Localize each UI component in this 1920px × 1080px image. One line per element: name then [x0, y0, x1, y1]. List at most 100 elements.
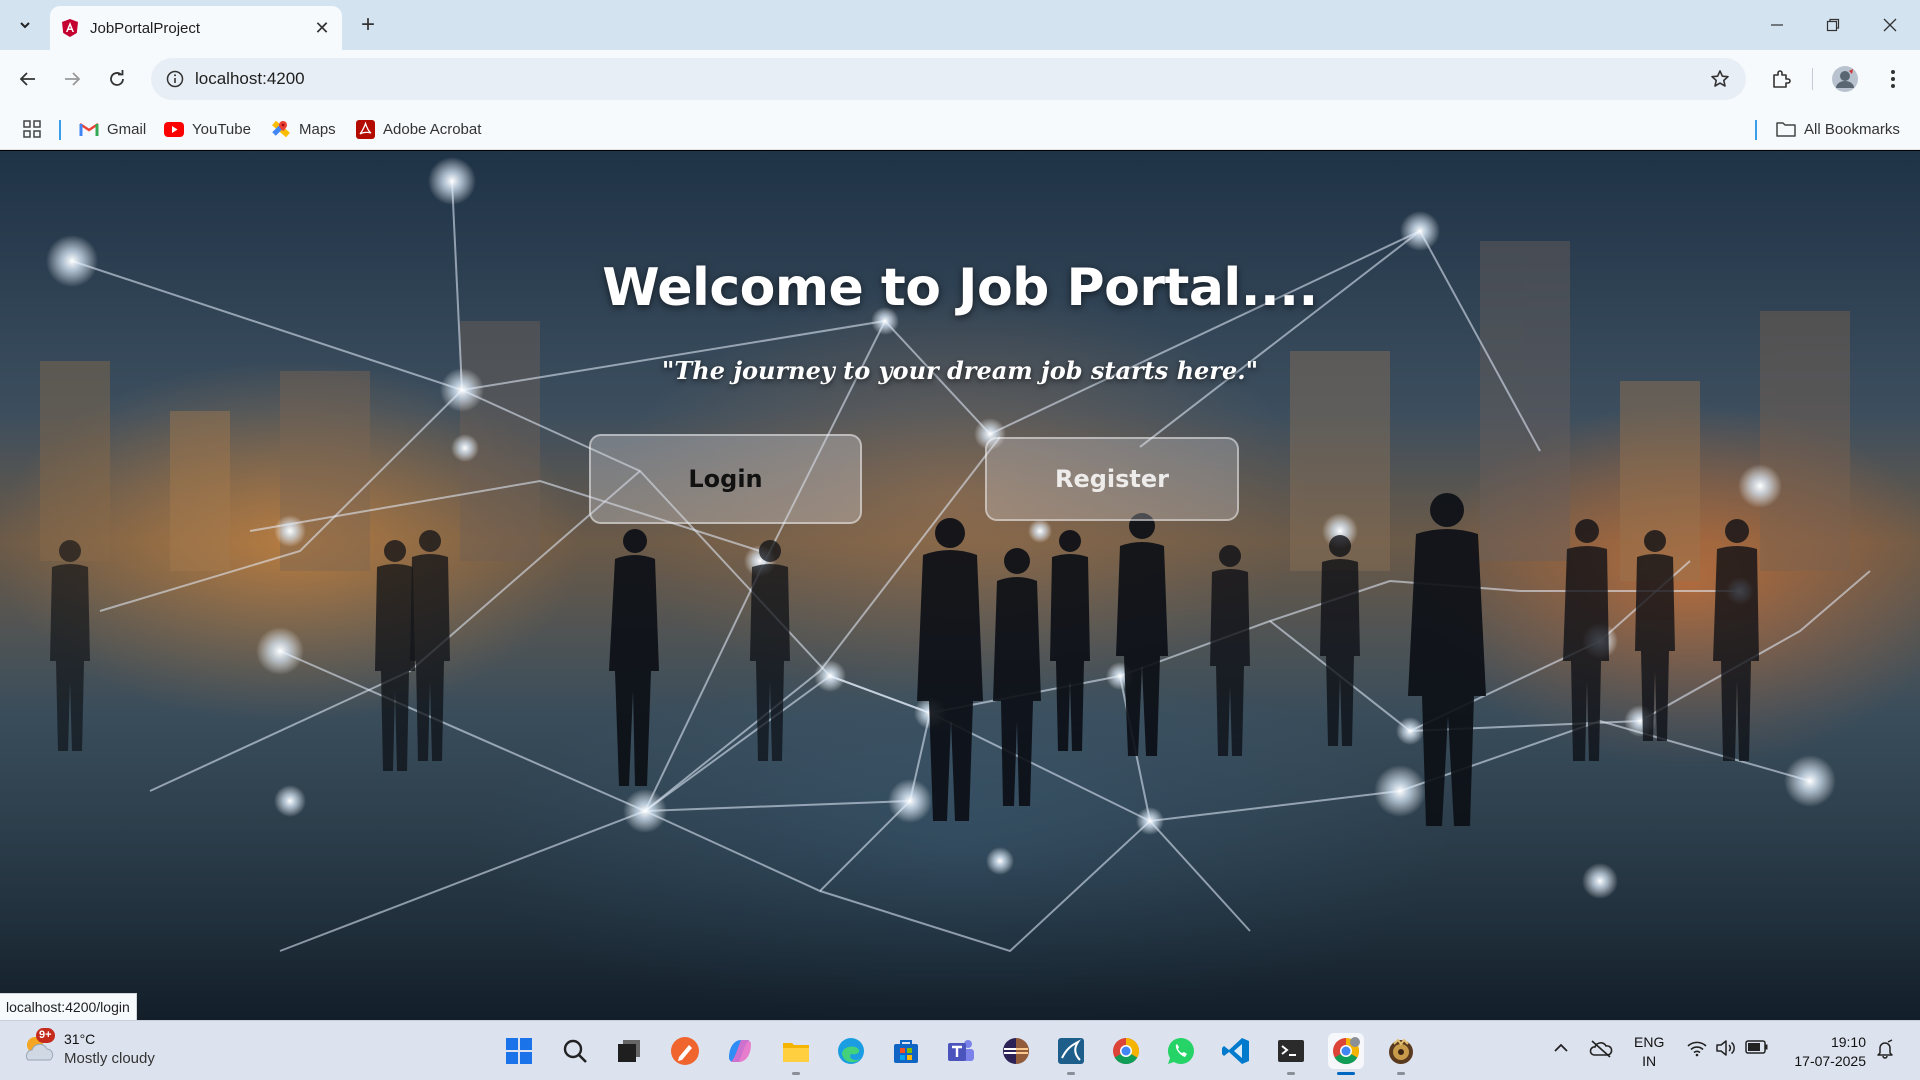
- chevron-down-icon: [20, 22, 30, 29]
- bookmark-adobe-acrobat[interactable]: Adobe Acrobat: [355, 116, 481, 142]
- restore-button[interactable]: [1813, 8, 1853, 42]
- copilot-icon: [729, 1040, 751, 1062]
- whatsapp-icon: [1167, 1037, 1194, 1065]
- reload-button[interactable]: [101, 63, 133, 95]
- taskbar-app-game[interactable]: [1383, 1033, 1419, 1075]
- bookmark-label: YouTube: [192, 120, 251, 138]
- register-button[interactable]: Register: [985, 437, 1239, 521]
- windows-taskbar: 9+ 31°C Mostly cloudy ENG IN 19:10 17-07…: [0, 1020, 1920, 1080]
- profile-avatar[interactable]: [1829, 63, 1861, 95]
- taskbar-search-button[interactable]: [557, 1033, 593, 1069]
- taskbar-app-vscode[interactable]: [1218, 1033, 1254, 1069]
- taskbar-app-chrome-active[interactable]: [1328, 1033, 1364, 1075]
- taskbar-app-terminal[interactable]: [1273, 1033, 1309, 1075]
- volume-control[interactable]: [1715, 1039, 1737, 1057]
- new-tab-button[interactable]: +: [353, 10, 383, 40]
- tab-strip: JobPortalProject ✕ +: [0, 0, 1920, 50]
- minimize-icon: [1771, 24, 1783, 26]
- running-indicator: [1287, 1072, 1295, 1075]
- bookmark-youtube[interactable]: YouTube: [164, 116, 251, 142]
- minimize-button[interactable]: [1757, 8, 1797, 42]
- bookmark-separator: [1755, 120, 1757, 140]
- tab-search-button[interactable]: [10, 10, 40, 40]
- weather-alert-badge: 9+: [36, 1028, 55, 1043]
- arrow-right-icon: [65, 72, 81, 86]
- edge-icon: [838, 1038, 864, 1064]
- reload-icon: [110, 70, 124, 86]
- speaker-icon: [1716, 1040, 1735, 1056]
- store-icon: [894, 1040, 918, 1063]
- tab-title: JobPortalProject: [90, 19, 201, 37]
- taskbar-app-copilot[interactable]: [722, 1033, 758, 1069]
- battery-status[interactable]: [1745, 1039, 1769, 1055]
- show-hidden-icons-button[interactable]: [1552, 1039, 1570, 1057]
- weather-description: Mostly cloudy: [64, 1050, 155, 1067]
- login-button[interactable]: Login: [589, 434, 862, 524]
- language-code: ENG: [1634, 1034, 1665, 1050]
- windows-logo-icon: [506, 1038, 532, 1064]
- input-language-indicator[interactable]: ENG IN: [1634, 1033, 1664, 1071]
- weather-widget[interactable]: 9+ 31°C Mostly cloudy: [20, 1028, 155, 1069]
- bookmark-star-icon[interactable]: [1708, 67, 1732, 91]
- teams-icon: [948, 1040, 974, 1061]
- address-bar[interactable]: localhost:4200: [151, 58, 1746, 100]
- start-button[interactable]: [501, 1033, 537, 1069]
- bookmark-maps[interactable]: Maps: [271, 116, 336, 142]
- bookmark-separator: [59, 120, 61, 140]
- maps-icon: [271, 120, 291, 138]
- site-info-icon[interactable]: [155, 58, 195, 100]
- system-clock[interactable]: 19:10 17-07-2025: [1786, 1033, 1866, 1071]
- browser-tab[interactable]: JobPortalProject ✕: [50, 6, 342, 50]
- taskbar-app-chrome-1[interactable]: [1108, 1033, 1144, 1069]
- acrobat-icon: [355, 119, 375, 139]
- url-text[interactable]: localhost:4200: [195, 69, 305, 89]
- taskbar-app-teams[interactable]: [943, 1033, 979, 1069]
- task-view-button[interactable]: [611, 1033, 647, 1069]
- task-view-icon: [618, 1040, 640, 1062]
- weather-temperature: 31°C: [64, 1031, 96, 1047]
- page-tagline: "The journey to your dream job starts he…: [661, 356, 1259, 385]
- taskbar-app-file-explorer[interactable]: [778, 1033, 814, 1075]
- close-window-button[interactable]: [1870, 8, 1910, 42]
- taskbar-app-edge[interactable]: [833, 1033, 869, 1069]
- notifications-button[interactable]: [1875, 1039, 1895, 1059]
- apps-grid-icon: [23, 120, 41, 138]
- bookmark-gmail[interactable]: Gmail: [79, 116, 146, 142]
- apps-grid-button[interactable]: [22, 116, 42, 142]
- restore-icon: [1826, 18, 1840, 32]
- eclipse-icon: [1003, 1038, 1029, 1064]
- cloud-offline-icon: [1589, 1040, 1613, 1058]
- close-tab-icon[interactable]: ✕: [312, 18, 332, 38]
- bookmark-label: Maps: [299, 120, 336, 138]
- folder-icon: [1776, 120, 1796, 138]
- status-bar-url: localhost:4200/login: [0, 993, 137, 1020]
- taskbar-app-eclipse[interactable]: [998, 1033, 1034, 1069]
- wifi-status[interactable]: [1686, 1039, 1708, 1057]
- clock-date: 17-07-2025: [1794, 1053, 1866, 1069]
- all-bookmarks-button[interactable]: All Bookmarks: [1776, 116, 1900, 142]
- clock-time: 19:10: [1830, 1034, 1866, 1050]
- onedrive-status[interactable]: [1589, 1039, 1613, 1059]
- extensions-icon[interactable]: [1765, 63, 1797, 95]
- chrome-icon: [1333, 1037, 1360, 1065]
- vscode-icon: [1222, 1038, 1249, 1064]
- gmail-icon: [79, 120, 99, 138]
- youtube-icon: [164, 120, 184, 138]
- bookmarks-bar: Gmail YouTube Maps Adobe Acrobat All Boo…: [0, 108, 1920, 150]
- toolbar-divider: [1812, 68, 1813, 90]
- region-code: IN: [1642, 1053, 1657, 1069]
- bookmark-label: Gmail: [107, 120, 147, 138]
- taskbar-app-pen[interactable]: [667, 1033, 703, 1069]
- wifi-icon: [1687, 1041, 1707, 1057]
- menu-kebab-icon[interactable]: [1877, 63, 1909, 95]
- back-button[interactable]: [12, 63, 44, 95]
- running-indicator: [1067, 1072, 1075, 1075]
- notification-bell-icon: [1877, 1039, 1893, 1059]
- taskbar-app-whatsapp[interactable]: [1163, 1033, 1199, 1069]
- active-indicator: [1337, 1072, 1355, 1075]
- taskbar-app-mysql[interactable]: [1053, 1033, 1089, 1075]
- all-bookmarks-label: All Bookmarks: [1804, 120, 1900, 138]
- forward-button[interactable]: [56, 63, 88, 95]
- close-icon: [1883, 18, 1897, 32]
- taskbar-app-store[interactable]: [888, 1033, 924, 1069]
